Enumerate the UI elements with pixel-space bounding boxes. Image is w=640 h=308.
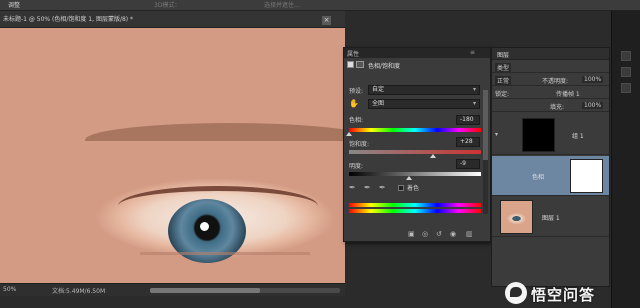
lock-row: 锁定: 传播帧 1 xyxy=(492,87,609,99)
colorize-checkbox[interactable] xyxy=(398,185,404,191)
adjustment-mask-thumbnail[interactable] xyxy=(570,159,603,193)
saturation-slider[interactable] xyxy=(349,150,481,158)
horizontal-scrollbar[interactable] xyxy=(150,288,340,293)
propagate-label: 传播帧 1 xyxy=(556,91,580,98)
kind-filter-select[interactable]: 类型 xyxy=(495,63,512,72)
zoom-level[interactable]: 50% xyxy=(3,286,16,293)
scrollbar-thumb[interactable] xyxy=(150,288,260,293)
chevron-down-icon: ▾ xyxy=(472,86,476,93)
properties-scrollbar[interactable] xyxy=(483,90,488,214)
eyedropper-minus-icon[interactable]: ✒ xyxy=(379,183,386,192)
panel-menu-icon[interactable]: ≡ xyxy=(470,49,475,56)
mask-type-icon[interactable] xyxy=(356,61,364,68)
document-title: 未标题-1 @ 50% (色相/饱和度 1, 图层蒙版/8) * xyxy=(3,16,134,23)
hand-icon[interactable]: ✋ xyxy=(349,99,359,108)
close-document-icon[interactable]: × xyxy=(322,16,331,25)
properties-footer: ▣ ◎ ↺ ◉ ▥ xyxy=(344,230,490,241)
trash-icon[interactable]: ▥ xyxy=(466,230,473,238)
clip-to-layer-icon[interactable]: ▣ xyxy=(408,230,415,238)
hue-label: 色相: xyxy=(349,117,364,124)
properties-title: 属性 xyxy=(347,51,360,58)
lower-lid-shape xyxy=(140,252,310,282)
hue-slider-thumb[interactable] xyxy=(346,132,352,136)
adjustment-layer-row[interactable]: 色相 xyxy=(492,156,609,196)
app-options-bar: 调整 3D模式： 选择并遮住… xyxy=(0,0,640,11)
document-tab[interactable]: 未标题-1 @ 50% (色相/饱和度 1, 图层蒙版/8) * × xyxy=(0,11,345,28)
lightness-slider[interactable] xyxy=(349,172,481,180)
watermark-text: 悟空问答 xyxy=(531,286,596,304)
opacity-label: 不透明度: xyxy=(542,78,569,85)
group-name: 组 1 xyxy=(572,133,584,140)
fill-label: 填充: xyxy=(550,104,565,111)
eyedropper-icon[interactable]: ✒ xyxy=(349,183,356,192)
eye-highlight xyxy=(200,222,209,231)
layers-panel: 图层 类型 正常 不透明度: 100% 锁定: 传播帧 1 填充: 100% ▾… xyxy=(491,47,610,287)
dock-panel-button[interactable] xyxy=(621,83,631,93)
channel-select[interactable]: 全图 ▾ xyxy=(368,99,480,109)
panel-dock-strip xyxy=(611,11,640,308)
preset-select[interactable]: 自定 ▾ xyxy=(368,85,480,95)
eyebrow-shape xyxy=(85,123,345,157)
image-layer-name: 图层 1 xyxy=(542,215,560,222)
chevron-down-icon: ▾ xyxy=(472,100,476,107)
blend-mode-select[interactable]: 正常 xyxy=(495,76,512,85)
properties-scroll-thumb[interactable] xyxy=(483,90,488,160)
lightness-input[interactable]: -9 xyxy=(456,159,480,169)
dock-panel-button[interactable] xyxy=(621,51,631,61)
reset-icon[interactable]: ↺ xyxy=(436,230,442,238)
fill-row: 填充: 100% xyxy=(492,100,609,112)
layer-filter-row: 类型 xyxy=(492,61,609,73)
properties-header: 属性 ≡ xyxy=(344,48,490,58)
opacity-input[interactable]: 100% xyxy=(582,76,604,83)
hue-input[interactable]: -180 xyxy=(456,115,480,125)
lightness-slider-thumb[interactable] xyxy=(406,176,413,180)
layer-group-row[interactable]: ▾ 组 1 xyxy=(492,115,609,155)
image-canvas[interactable] xyxy=(0,28,345,283)
image-layer-row[interactable]: 图层 1 xyxy=(492,197,609,237)
fill-input[interactable]: 100% xyxy=(582,102,604,109)
adjustment-type-icon[interactable] xyxy=(347,61,354,68)
status-bar: 50% 文档:5.49M/6.50M xyxy=(0,283,345,296)
dock-panel-button[interactable] xyxy=(621,67,631,77)
input-color-bar xyxy=(349,203,481,207)
blend-row: 正常 不透明度: 100% xyxy=(492,74,609,86)
preset-value: 自定 xyxy=(372,86,385,93)
colorize-label: 着色 xyxy=(407,185,420,192)
properties-panel: 属性 ≡ 色相/饱和度 预设: 自定 ▾ ✋ 全图 ▾ 色相: -180 饱和度… xyxy=(343,47,491,242)
channel-value: 全图 xyxy=(372,100,385,107)
saturation-label: 饱和度: xyxy=(349,141,370,148)
saturation-input[interactable]: +28 xyxy=(456,137,480,147)
eyedropper-plus-icon[interactable]: ✒ xyxy=(364,183,371,192)
output-color-bar xyxy=(349,209,481,213)
visibility-icon[interactable]: ◉ xyxy=(450,230,456,238)
saturation-slider-thumb[interactable] xyxy=(430,154,437,158)
group-expand-icon[interactable]: ▾ xyxy=(495,131,498,138)
select-and-mask-button[interactable]: 选择并遮住… xyxy=(260,0,304,11)
group-mask-thumbnail[interactable] xyxy=(522,118,555,152)
watermark-logo-icon xyxy=(505,282,527,304)
adjustment-layer-name: 色相 xyxy=(532,174,545,181)
lightness-label: 明度: xyxy=(349,163,364,170)
view-previous-icon[interactable]: ◎ xyxy=(422,230,428,238)
image-layer-thumbnail[interactable] xyxy=(500,200,533,234)
document-info[interactable]: 文档:5.49M/6.50M xyxy=(52,286,105,295)
preset-label: 预设: xyxy=(349,88,364,95)
3d-mode-label: 3D模式： xyxy=(154,2,181,9)
adjust-button[interactable]: 调整 xyxy=(4,0,24,11)
layers-tab[interactable]: 图层 xyxy=(497,50,509,59)
hue-slider[interactable] xyxy=(346,128,481,136)
layers-header: 图层 xyxy=(492,48,609,60)
lock-label: 锁定: xyxy=(495,91,510,98)
adjustment-type-label: 色相/饱和度 xyxy=(368,63,401,70)
